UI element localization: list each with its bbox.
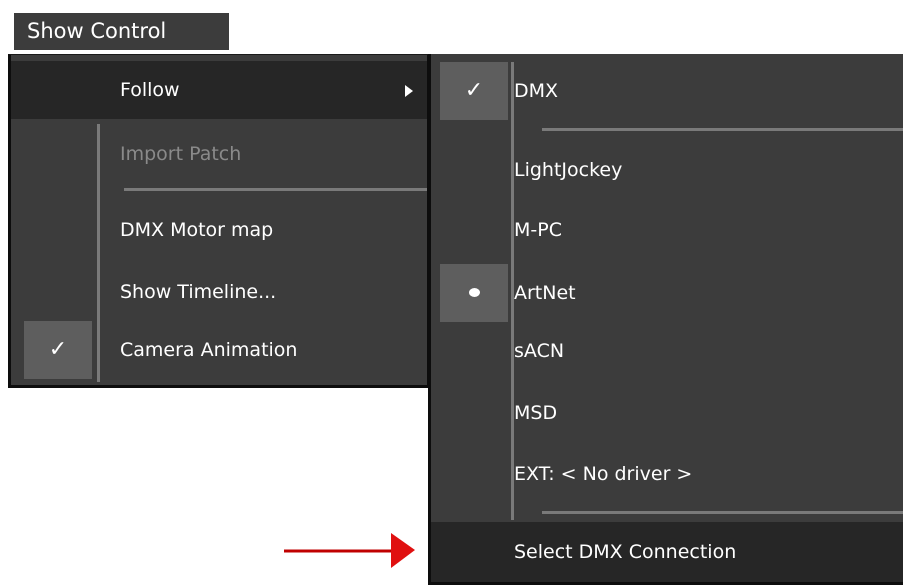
radio-indicator bbox=[440, 264, 508, 322]
submenu-item-label: Select DMX Connection bbox=[514, 541, 737, 563]
menu-item-label: Import Patch bbox=[120, 143, 242, 165]
submenu-item-label: ArtNet bbox=[514, 282, 576, 304]
menu-item-label: DMX Motor map bbox=[120, 219, 274, 241]
submenu-item-label: MSD bbox=[514, 402, 558, 424]
submenu-item-lightjockey[interactable]: LightJockey bbox=[431, 141, 903, 199]
menu-item-dmx-motor-map[interactable]: DMX Motor map bbox=[11, 201, 427, 259]
menu-item-label: Camera Animation bbox=[120, 339, 298, 361]
menu-item-follow[interactable]: Follow bbox=[11, 61, 427, 119]
check-icon: ✓ bbox=[24, 321, 92, 379]
submenu-item-label: sACN bbox=[514, 340, 565, 362]
menu-item-label: Show Timeline... bbox=[120, 281, 277, 303]
menu-item-label: Follow bbox=[120, 79, 180, 101]
menu-item-import-patch[interactable]: Import Patch bbox=[11, 125, 427, 183]
submenu-item-select-dmx-connection[interactable]: Select DMX Connection bbox=[431, 522, 903, 582]
submenu-arrow-icon bbox=[405, 85, 413, 97]
submenu-item-artnet[interactable]: ArtNet bbox=[431, 264, 903, 322]
bullet-icon bbox=[469, 288, 480, 297]
menu-separator bbox=[124, 188, 427, 191]
submenu-item-ext[interactable]: EXT: < No driver > bbox=[431, 445, 903, 503]
submenu-item-label: LightJockey bbox=[514, 159, 623, 181]
red-arrow-icon bbox=[284, 533, 415, 568]
submenu-item-msd[interactable]: MSD bbox=[431, 384, 903, 442]
submenu-item-label: EXT: < No driver > bbox=[514, 463, 693, 485]
follow-submenu: ✓ DMX LightJockey M-PC ArtNet sACN MSD E… bbox=[428, 54, 903, 585]
submenu-separator bbox=[542, 128, 903, 131]
menubar-title: Show Control bbox=[27, 19, 167, 43]
submenu-separator bbox=[542, 511, 903, 514]
menubar-show-control[interactable]: Show Control bbox=[14, 13, 229, 53]
submenu-item-label: DMX bbox=[514, 80, 559, 102]
menu-item-show-timeline[interactable]: Show Timeline... bbox=[11, 263, 427, 321]
show-control-menu: Follow Import Patch DMX Motor map Show T… bbox=[8, 54, 430, 388]
submenu-item-m-pc[interactable]: M-PC bbox=[431, 201, 903, 259]
submenu-item-label: M-PC bbox=[514, 219, 562, 241]
submenu-item-sacn[interactable]: sACN bbox=[431, 322, 903, 380]
check-icon: ✓ bbox=[440, 62, 508, 120]
submenu-item-dmx[interactable]: ✓ DMX bbox=[431, 62, 903, 120]
menu-item-camera-animation[interactable]: ✓ Camera Animation bbox=[11, 321, 427, 379]
